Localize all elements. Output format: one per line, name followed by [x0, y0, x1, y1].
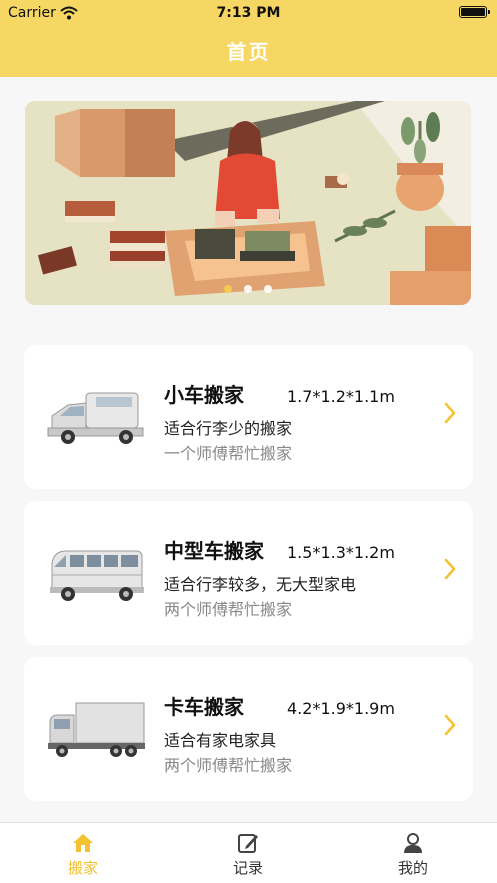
- service-helpers: 两个师傅帮忙搬家: [164, 600, 293, 619]
- user-icon: [404, 833, 422, 853]
- service-dimensions: 1.5*1.3*1.2m: [287, 543, 395, 562]
- service-title: 卡车搬家: [164, 695, 244, 719]
- service-description: 适合有家电家具: [164, 731, 277, 750]
- battery-icon: [459, 6, 490, 18]
- tab-records[interactable]: 记录: [198, 831, 298, 883]
- carousel-dots: [25, 278, 471, 297]
- service-description: 适合行李较多，无大型家电: [164, 575, 357, 594]
- chevron-right-icon: [444, 402, 456, 424]
- tab-label: 记录: [232, 859, 263, 877]
- banner-illustration: [25, 101, 471, 305]
- minibus-icon: [50, 550, 144, 601]
- service-helpers: 两个师傅帮忙搬家: [164, 756, 293, 775]
- service-card-medium[interactable]: 中型车搬家 1.5*1.3*1.2m 适合行李较多，无大型家电 两个师傅帮忙搬家: [24, 501, 473, 645]
- tab-moving[interactable]: 搬家: [33, 831, 133, 883]
- truck-icon: [48, 702, 145, 757]
- status-bar: Carrier 7:13 PM: [0, 0, 497, 26]
- small-van-icon: [47, 392, 144, 444]
- banner-carousel[interactable]: [25, 101, 471, 305]
- edit-record-icon: [238, 834, 258, 853]
- service-helpers: 一个师傅帮忙搬家: [164, 444, 293, 463]
- service-card-small[interactable]: 小车搬家 1.7*1.2*1.1m 适合行李少的搬家 一个师傅帮忙搬家: [24, 345, 473, 489]
- chevron-right-icon: [444, 558, 456, 580]
- service-dimensions: 4.2*1.9*1.9m: [287, 699, 395, 718]
- status-time: 7:13 PM: [216, 5, 281, 21]
- service-description: 适合行李少的搬家: [164, 419, 293, 438]
- carousel-dot-2[interactable]: [244, 285, 252, 293]
- service-dimensions: 1.7*1.2*1.1m: [287, 387, 395, 406]
- tab-mine[interactable]: 我的: [363, 831, 463, 883]
- tab-bar: 搬家 记录 我的: [0, 822, 497, 883]
- service-title: 小车搬家: [164, 383, 244, 407]
- page-title: 首页: [226, 40, 271, 64]
- tab-label: 搬家: [67, 859, 98, 877]
- carousel-dot-3[interactable]: [264, 285, 272, 293]
- service-card-truck[interactable]: 卡车搬家 4.2*1.9*1.9m 适合有家电家具 两个师傅帮忙搬家: [24, 657, 473, 801]
- top-bar: Carrier 7:13 PM 首页: [0, 0, 497, 77]
- tab-label: 我的: [397, 859, 428, 877]
- home-icon: [73, 834, 93, 852]
- chevron-right-icon: [444, 714, 456, 736]
- carousel-dot-1[interactable]: [224, 285, 232, 293]
- service-title: 中型车搬家: [164, 539, 264, 563]
